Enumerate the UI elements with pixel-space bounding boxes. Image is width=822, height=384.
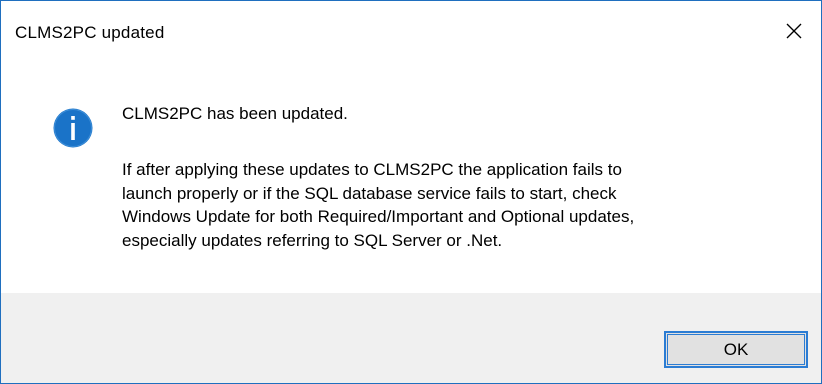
message-line: If after applying these updates to CLMS2… [122,160,622,179]
message-line: Windows Update for both Required/Importa… [122,207,635,226]
ok-button[interactable]: OK [664,331,808,368]
message-heading: CLMS2PC has been updated. [122,104,348,123]
message-dialog: CLMS2PC updated CLMS2PC has been updated… [0,0,822,384]
close-icon [786,23,802,39]
window-title: CLMS2PC updated [15,23,165,42]
message-line: especially updates referring to SQL Serv… [122,230,503,250]
dialog-content: CLMS2PC has been updated. If after apply… [1,61,821,293]
message-line: launch properly or if the SQL database s… [122,183,617,203]
title-bar[interactable]: CLMS2PC updated [1,1,821,61]
close-button[interactable] [767,1,821,61]
message-body: If after applying these updates to CLMS2… [122,158,812,252]
information-icon [53,108,93,148]
ok-button-label: OK [723,339,749,359]
button-bar: OK [1,293,821,383]
